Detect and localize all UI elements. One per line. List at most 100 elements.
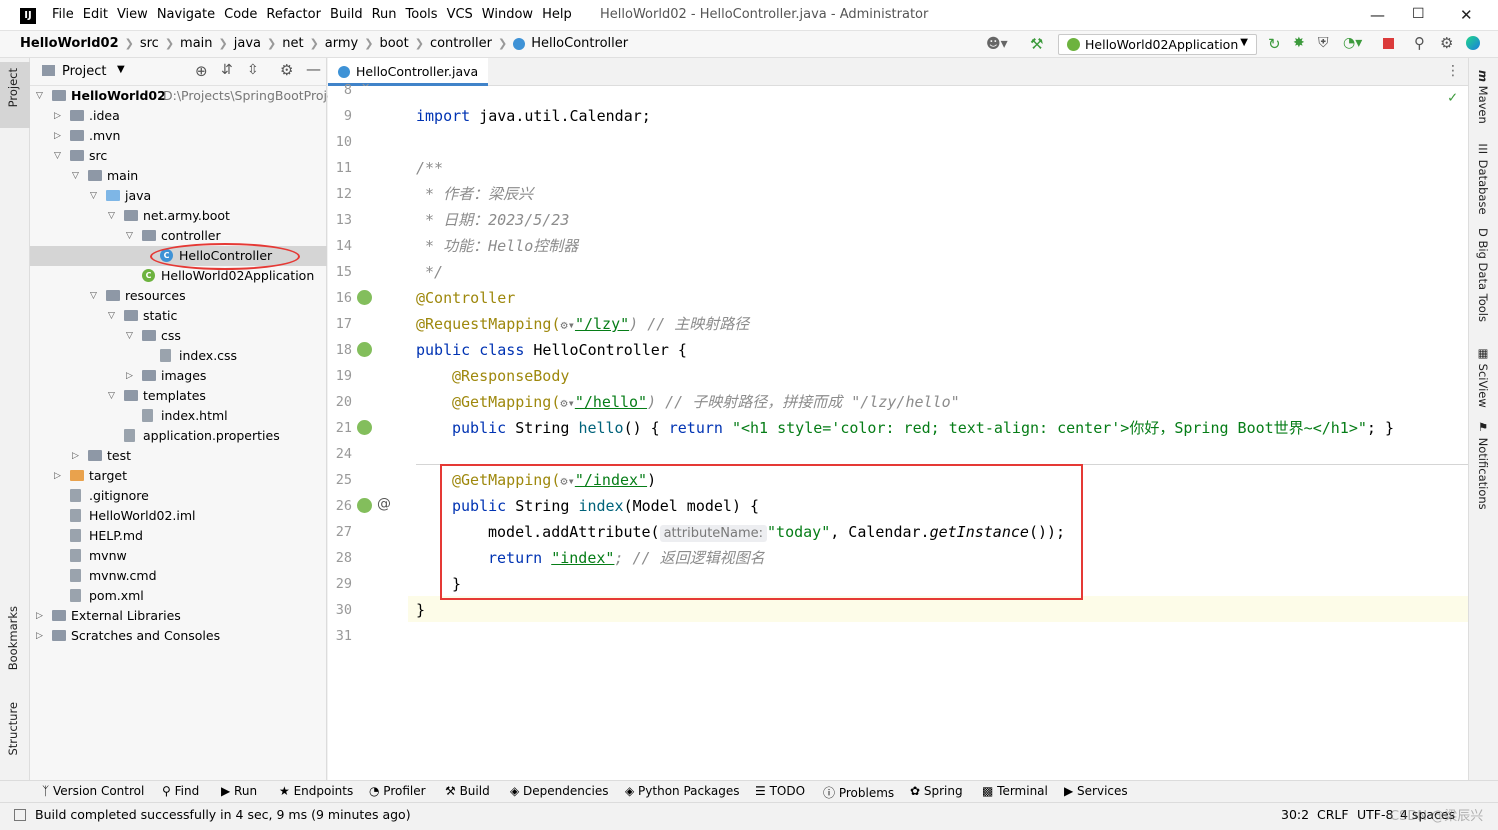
menu-build[interactable]: Build <box>330 7 363 22</box>
tree-item[interactable]: index.css <box>30 346 327 366</box>
chevron-right-icon[interactable]: ▷ <box>54 466 61 486</box>
chevron-right-icon[interactable]: ▷ <box>54 106 61 126</box>
status-message[interactable]: Build completed successfully in 4 sec, 9… <box>35 807 411 822</box>
tree-item[interactable]: ▽ net.army.boot <box>30 206 327 226</box>
maximize-button[interactable]: ☐ <box>1412 6 1425 22</box>
breadcrumb-item[interactable]: army <box>325 36 358 51</box>
breadcrumb-item[interactable]: boot <box>379 36 408 51</box>
expand-all-icon[interactable]: ⇵ <box>221 62 233 78</box>
chevron-down-icon[interactable]: ▼ <box>117 64 125 75</box>
tool-build[interactable]: ⚒ Build <box>445 784 490 798</box>
coverage-icon[interactable]: ⛨ <box>1318 35 1329 51</box>
tool-find[interactable]: ⚲ Find <box>162 784 199 798</box>
chevron-down-icon[interactable]: ▽ <box>108 386 115 406</box>
no-problems-check-icon[interactable]: ✓ <box>1448 88 1457 106</box>
collapse-all-icon[interactable]: ⇳ <box>247 62 259 78</box>
menu-refactor[interactable]: Refactor <box>266 7 321 22</box>
chevron-down-icon[interactable]: ▽ <box>36 86 43 106</box>
tab-hellocontroller-java[interactable]: HelloController.java ✕ <box>328 58 488 94</box>
tree-item[interactable]: application.properties <box>30 426 327 446</box>
tree-item[interactable]: mvnw.cmd <box>30 566 327 586</box>
tool-version-control[interactable]: ᛉ Version Control <box>42 784 144 798</box>
menu-tools[interactable]: Tools <box>406 7 438 22</box>
rerun-icon[interactable]: ↻ <box>1268 35 1281 53</box>
chevron-down-icon[interactable]: ▽ <box>54 146 61 166</box>
tab-notifications[interactable]: ⚑ Notifications <box>1476 420 1490 510</box>
tree-item[interactable]: ▷ External Libraries <box>30 606 327 626</box>
tree-item[interactable]: .gitignore <box>30 486 327 506</box>
endpoint-icon[interactable] <box>357 498 372 513</box>
tree-item[interactable]: ▷ Scratches and Consoles <box>30 626 327 646</box>
tab-database[interactable]: ☰ Database <box>1476 142 1490 215</box>
menu-help[interactable]: Help <box>542 7 572 22</box>
close-window-button[interactable]: ✕ <box>1460 6 1473 24</box>
breadcrumb-item[interactable]: main <box>180 36 212 51</box>
tree-item[interactable]: C HelloWorld02Application <box>30 266 327 286</box>
tool-endpoints[interactable]: ★ Endpoints <box>279 784 353 798</box>
breadcrumb-item[interactable]: src <box>140 36 159 51</box>
tree-item[interactable]: ▽ static <box>30 306 327 326</box>
tree-item[interactable]: HelloWorld02.iml <box>30 506 327 526</box>
panel-toggle-icon[interactable] <box>14 809 26 821</box>
tool-todo[interactable]: ☰ TODO <box>755 784 805 798</box>
menu-navigate[interactable]: Navigate <box>157 7 215 22</box>
gear-icon[interactable]: ⚙ <box>1440 34 1453 52</box>
menu-view[interactable]: View <box>117 7 148 22</box>
chevron-down-icon[interactable]: ▽ <box>108 206 115 226</box>
chevron-right-icon[interactable]: ▷ <box>54 126 61 146</box>
stop-icon[interactable] <box>1383 38 1394 49</box>
breadcrumb-item[interactable]: HelloController <box>531 36 628 51</box>
chevron-right-icon[interactable]: ▷ <box>36 606 43 626</box>
tab-sciview[interactable]: ▦ SciView <box>1476 346 1490 408</box>
menu-edit[interactable]: Edit <box>83 7 108 22</box>
tree-item[interactable]: ▽ resources <box>30 286 327 306</box>
caret-position[interactable]: 30:2 <box>1281 807 1309 822</box>
breadcrumb-item[interactable]: java <box>234 36 261 51</box>
chevron-down-icon[interactable]: ▽ <box>72 166 79 186</box>
tab-maven[interactable]: m Maven <box>1476 70 1490 124</box>
project-panel-title[interactable]: Project <box>62 64 106 79</box>
tree-item[interactable]: ▷ .idea <box>30 106 327 126</box>
tree-item[interactable]: ▽ src <box>30 146 327 166</box>
hide-panel-icon[interactable]: — <box>306 60 321 78</box>
chevron-down-icon[interactable]: ▽ <box>126 226 133 246</box>
chevron-down-icon[interactable]: ▽ <box>90 186 97 206</box>
tree-item[interactable]: ▽ controller <box>30 226 327 246</box>
chevron-right-icon[interactable]: ▷ <box>72 446 79 466</box>
gear-icon[interactable]: ⚙ <box>280 61 293 79</box>
tool-run[interactable]: ▶ Run <box>221 784 257 798</box>
tree-item[interactable]: ▽ css <box>30 326 327 346</box>
tool-python-packages[interactable]: ◈ Python Packages <box>625 784 739 798</box>
tab-structure[interactable]: Structure <box>6 702 20 756</box>
line-separator[interactable]: CRLF <box>1317 807 1349 822</box>
breadcrumb-item[interactable]: controller <box>430 36 492 51</box>
menu-vcs[interactable]: VCS <box>447 7 473 22</box>
tool-services[interactable]: ▶ Services <box>1064 784 1128 798</box>
tool-dependencies[interactable]: ◈ Dependencies <box>510 784 608 798</box>
tool-terminal[interactable]: ▩ Terminal <box>982 784 1048 798</box>
chevron-down-icon[interactable]: ▽ <box>126 326 133 346</box>
tab-project[interactable]: Project <box>6 68 20 107</box>
menu-window[interactable]: Window <box>482 7 533 22</box>
tree-item[interactable]: ▽ main <box>30 166 327 186</box>
build-hammer-icon[interactable]: ⚒ <box>1030 35 1043 53</box>
user-icon[interactable]: ☻▾ <box>986 36 1008 52</box>
file-encoding[interactable]: UTF-8 <box>1357 807 1393 822</box>
tab-bookmarks[interactable]: Bookmarks <box>6 606 20 670</box>
spring-bean-icon[interactable] <box>357 290 372 305</box>
chevron-right-icon[interactable]: ▷ <box>36 626 43 646</box>
locate-icon[interactable]: ⊕ <box>195 62 208 80</box>
profile-icon[interactable]: ◔▾ <box>1343 35 1362 51</box>
tab-big-data-tools[interactable]: D Big Data Tools <box>1476 228 1490 322</box>
tool-profiler[interactable]: ◔ Profiler <box>369 784 426 798</box>
run-configuration-select[interactable]: HelloWorld02Application ▼ <box>1058 34 1257 55</box>
spring-bean-icon[interactable] <box>357 342 372 357</box>
chevron-down-icon[interactable]: ▽ <box>108 306 115 326</box>
breadcrumb-item[interactable]: HelloWorld02 <box>20 36 119 51</box>
breadcrumb-item[interactable]: net <box>282 36 303 51</box>
code-editor[interactable]: import java.util.Calendar; /** * 作者：梁辰兴 … <box>408 86 1468 780</box>
tree-item[interactable]: ▷ target <box>30 466 327 486</box>
tree-item[interactable]: ▽ HelloWorld02 D:\Projects\SpringBootProje <box>30 86 335 106</box>
menu-file[interactable]: File <box>52 7 74 22</box>
menu-code[interactable]: Code <box>224 7 257 22</box>
